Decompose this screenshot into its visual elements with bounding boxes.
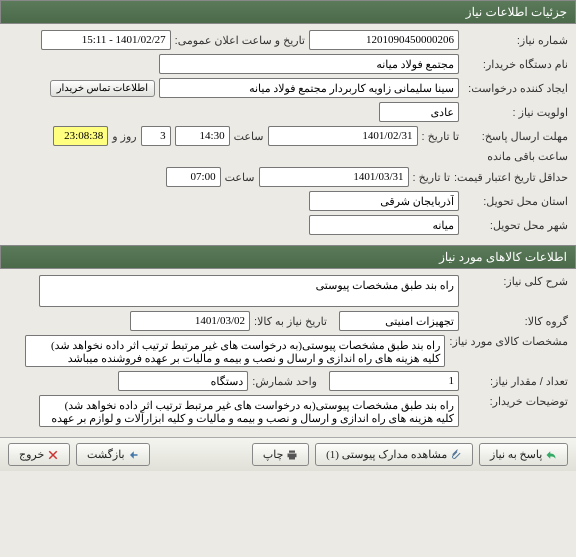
form-need-details: شماره نیاز: تاریخ و ساعت اعلان عمومی: نا…: [0, 24, 576, 245]
button-attachments-label: مشاهده مدارک پیوستی (1): [326, 449, 447, 461]
reply-icon: [545, 449, 557, 461]
label-time-1: ساعت: [234, 130, 264, 143]
label-buyer-notes: توضیحات خریدار:: [463, 395, 568, 408]
input-need-date[interactable]: [130, 311, 250, 331]
back-icon: [127, 449, 139, 461]
input-unit[interactable]: [118, 371, 248, 391]
print-icon: [286, 449, 298, 461]
form-goods: شرح کلی نیاز: گروه کالا: تاریخ نیاز به ک…: [0, 269, 576, 437]
input-city[interactable]: [309, 215, 459, 235]
label-city: شهر محل تحویل:: [463, 219, 568, 232]
button-attachments[interactable]: مشاهده مدارک پیوستی (1): [315, 443, 473, 466]
label-unit: واحد شمارش:: [252, 375, 317, 388]
button-print-label: چاپ: [263, 449, 284, 461]
textarea-item-spec[interactable]: [25, 335, 445, 367]
input-qty[interactable]: [329, 371, 459, 391]
label-days: روز و: [112, 130, 136, 143]
button-reply[interactable]: پاسخ به نیاز: [479, 443, 568, 466]
label-group: گروه کالا:: [463, 315, 568, 328]
textarea-buyer-notes[interactable]: [39, 395, 459, 427]
button-back-label: بازگشت: [87, 449, 125, 461]
input-need-no[interactable]: [309, 30, 459, 50]
label-overview: شرح کلی نیاز:: [463, 275, 568, 288]
button-contact-buyer[interactable]: اطلاعات تماس خریدار: [50, 80, 155, 97]
input-deadline-time[interactable]: [175, 126, 230, 146]
button-print[interactable]: چاپ: [252, 443, 309, 466]
input-group[interactable]: [339, 311, 459, 331]
label-deadline-reply: مهلت ارسال پاسخ:: [463, 130, 568, 143]
input-announce[interactable]: [41, 30, 171, 50]
input-price-valid-date[interactable]: [259, 167, 409, 187]
label-province: استان محل تحویل:: [463, 195, 568, 208]
label-time-2: ساعت: [225, 171, 255, 184]
section-header-need-details: جزئیات اطلاعات نیاز: [0, 0, 576, 24]
input-province[interactable]: [309, 191, 459, 211]
label-qty: تعداد / مقدار نیاز:: [463, 375, 568, 388]
input-days-remaining[interactable]: [141, 126, 171, 146]
label-item-spec: مشخصات کالای مورد نیاز:: [449, 335, 568, 348]
label-need-no: شماره نیاز:: [463, 34, 568, 47]
button-exit-label: خروج: [19, 449, 44, 461]
exit-icon: [47, 449, 59, 461]
label-to-date-2: تا تاریخ :: [413, 171, 450, 184]
label-priority: اولویت نیاز :: [463, 106, 568, 119]
label-remaining: ساعت باقی مانده: [487, 150, 568, 163]
button-reply-label: پاسخ به نیاز: [490, 449, 542, 461]
input-priority[interactable]: [379, 102, 459, 122]
input-price-valid-time[interactable]: [166, 167, 221, 187]
button-back[interactable]: بازگشت: [76, 443, 150, 466]
attachment-icon: [450, 449, 462, 461]
label-price-valid: حداقل تاریخ اعتبار قیمت:: [454, 171, 568, 184]
button-exit[interactable]: خروج: [8, 443, 70, 466]
label-need-date: تاریخ نیاز به کالا:: [254, 315, 327, 328]
footer-toolbar: پاسخ به نیاز مشاهده مدارک پیوستی (1) چاپ…: [0, 437, 576, 471]
section-header-goods: اطلاعات کالاهای مورد نیاز: [0, 245, 576, 269]
label-to-date-1: تا تاریخ :: [422, 130, 459, 143]
input-time-remaining: [53, 126, 108, 146]
label-creator: ایجاد کننده درخواست:: [463, 82, 568, 95]
textarea-overview[interactable]: [39, 275, 459, 307]
input-buyer[interactable]: [159, 54, 459, 74]
label-announce: تاریخ و ساعت اعلان عمومی:: [175, 34, 305, 47]
input-creator[interactable]: [159, 78, 459, 98]
input-deadline-date[interactable]: [268, 126, 418, 146]
label-buyer: نام دستگاه خریدار:: [463, 58, 568, 71]
